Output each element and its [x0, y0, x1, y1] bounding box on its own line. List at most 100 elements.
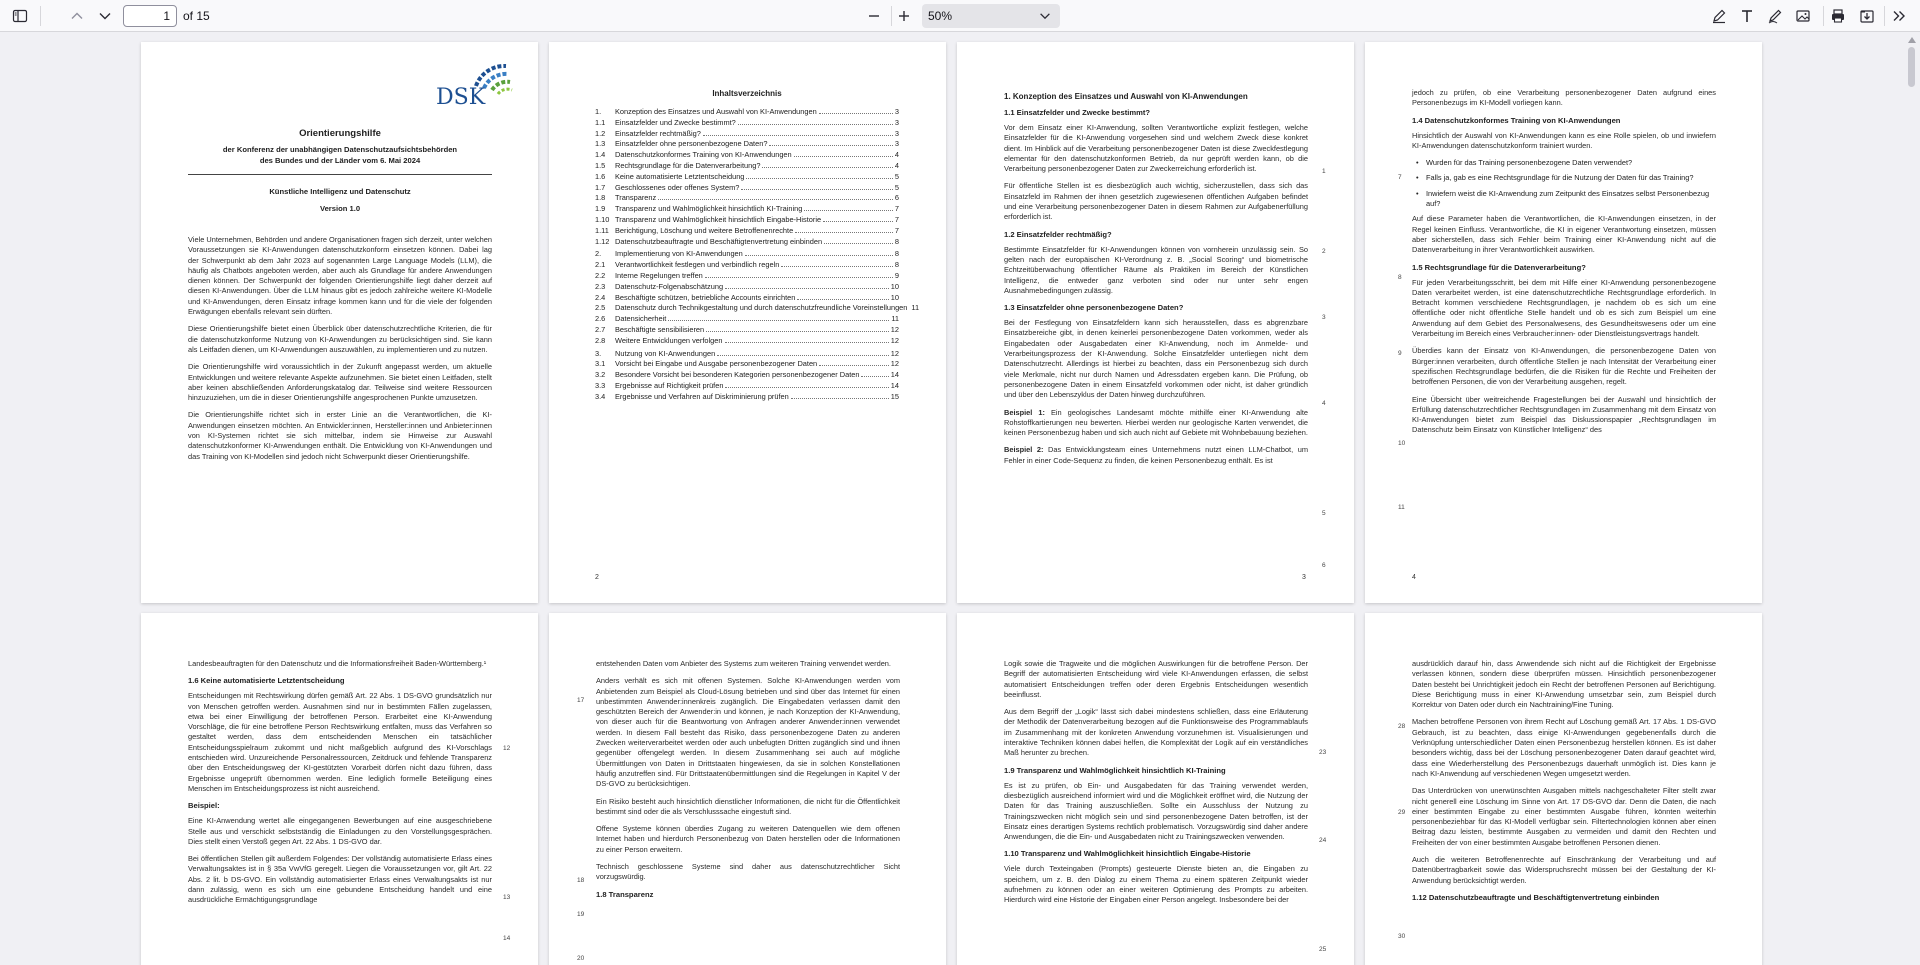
paragraph: Diese Orientierungshilfe bietet einen Üb… [188, 324, 492, 354]
toc-entry-number: 3.3 [595, 380, 606, 390]
toolbar-separator [40, 6, 41, 26]
toc-entry[interactable]: 1.4 Datenschutzkonformes Training von KI-… [595, 150, 899, 161]
toc-entry[interactable]: 2.7 Beschäftigte sensibilisieren 12 [595, 325, 899, 336]
toc-entry[interactable]: 3.2 Besondere Vorsicht bei besonderen Kat… [595, 370, 899, 381]
toc-entry[interactable]: 2. Implementierung von KI-Anwendungen 8 [595, 249, 899, 260]
toc-entry[interactable]: 1.1 Einsatzfelder und Zwecke bestimmt? 3 [595, 118, 899, 129]
line-number: 14 [503, 935, 511, 942]
toc-entry-number: 2.1 [595, 260, 606, 270]
section-heading: 1.8 Transparenz [596, 889, 654, 899]
toc-entry[interactable]: 1.5 Rechtsgrundlage für die Datenverarbei… [595, 161, 899, 172]
toc-entry-page: 12 [890, 335, 899, 345]
toc-entry[interactable]: 1.10 Transparenz und Wahlmöglichkeit hins… [595, 215, 899, 226]
toc-entry[interactable]: 1. Konzeption des Einsatzes und Auswahl v… [595, 107, 899, 118]
title-rule [188, 174, 492, 175]
paragraph: Für jeden Verarbeitungsschritt, bei dem … [1412, 277, 1716, 339]
toc-entry-number: 1.10 [595, 214, 610, 224]
toc-leader [725, 287, 889, 289]
zoom-in-icon[interactable] [890, 2, 918, 30]
draw-icon[interactable] [1761, 2, 1789, 30]
paragraph: Anders verhält es sich mit offenen Syste… [596, 676, 900, 789]
image-icon[interactable] [1789, 2, 1817, 30]
section-heading: 1.4 Datenschutzkonformes Training von KI… [1412, 115, 1621, 125]
toc-entry-number: 2.7 [595, 324, 606, 334]
toc-entry-page: 3 [894, 128, 899, 138]
line-number: 9 [1398, 350, 1402, 357]
toc-entry[interactable]: 1.7 Geschlossenes oder offenes System? 5 [595, 183, 899, 194]
toc-entry-number: 1.6 [595, 171, 606, 181]
pdf-page-7: Logik sowie die Tragweite und die möglic… [957, 613, 1354, 965]
paragraph: Bei der Festlegung von Einsatzfeldern ka… [1004, 318, 1308, 400]
toc-entry[interactable]: 2.1 Verantwortlichkeit festlegen und verb… [595, 260, 899, 271]
previous-page-icon[interactable] [63, 2, 91, 30]
text-icon[interactable] [1733, 2, 1761, 30]
zoom-select[interactable]: 50% [922, 4, 1060, 28]
toc-entry-label: Einsatzfelder rechtmäßig? [615, 128, 701, 138]
toc-entry-page: 8 [894, 249, 899, 259]
toc-entry[interactable]: 2.6 Datensicherheit 11 [595, 314, 899, 325]
toc-entry[interactable]: 1.8 Transparenz 6 [595, 193, 899, 204]
document-title: Orientierungshilfe [299, 128, 381, 139]
toc-entry-page: 7 [894, 225, 899, 235]
page-number-input[interactable] [123, 5, 177, 27]
list-item: Wurden für das Training personenbezogene… [1416, 158, 1716, 169]
toc-entry[interactable]: 3.4 Ergebnisse und Verfahren auf Diskrimi… [595, 392, 899, 403]
paragraph: Für öffentliche Stellen ist es diesbezüg… [1004, 181, 1308, 222]
tools-menu-icon[interactable] [1885, 2, 1913, 30]
vertical-scrollbar[interactable] [1903, 33, 1920, 965]
toc-leader [861, 376, 889, 378]
toc-entry[interactable]: 2.8 Weitere Entwicklungen verfolgen 12 [595, 336, 899, 347]
toc-leader [781, 266, 893, 268]
section-heading: 1.10 Transparenz und Wahlmöglichkeit hin… [1004, 849, 1251, 859]
highlight-icon[interactable] [1705, 2, 1733, 30]
toc-entry[interactable]: 3.3 Ergebnisse auf Richtigkeit prüfen 14 [595, 381, 899, 392]
toc-entry[interactable]: 2.3 Datenschutz-Folgenabschätzung 10 [595, 282, 899, 293]
print-icon[interactable] [1824, 2, 1852, 30]
toc-entry-label: Datenschutz durch Technikgestaltung und … [615, 303, 908, 313]
zoom-out-icon[interactable] [860, 2, 888, 30]
page5-body: Landesbeauftragten für den Datenschutz u… [188, 659, 492, 913]
toc-entry[interactable]: 2.5 Datenschutz durch Technikgestaltung u… [595, 303, 919, 314]
sidebar-toggle-icon[interactable] [6, 2, 34, 30]
pdf-toolbar: of 15 50% [0, 0, 1920, 32]
toc-entry-page: 3 [894, 107, 899, 116]
toc-entry-page: 7 [894, 214, 899, 224]
line-number: 6 [1322, 562, 1326, 569]
toc-entry[interactable]: 1.3 Einsatzfelder ohne personenbezogene D… [595, 139, 899, 150]
document-viewer[interactable]: DSK Orientierungshilfe der Konferenz der… [0, 33, 1903, 965]
toc-entry-page: 12 [890, 324, 899, 334]
dsk-logo: DSK [436, 63, 513, 110]
line-number: 20 [577, 955, 585, 962]
toc-entry[interactable]: 1.9 Transparenz und Wahlmöglichkeit hinsi… [595, 204, 899, 215]
toc-leader [702, 134, 893, 136]
toc-entry-page: 12 [890, 359, 899, 369]
save-icon[interactable] [1853, 2, 1881, 30]
toc-entry-page: 3 [894, 139, 899, 149]
toc-leader [741, 188, 893, 190]
toc-entry-page: 5 [894, 182, 899, 192]
toc-entry[interactable]: 2.4 Beschäftigte schützen, betriebliche A… [595, 293, 899, 304]
toc-entry[interactable]: 1.11 Berichtigung, Löschung und weitere B… [595, 226, 899, 237]
paragraph: Landesbeauftragten für den Datenschutz u… [188, 659, 487, 668]
toc-entry[interactable]: 2.2 Interne Regelungen treffen 9 [595, 271, 899, 282]
scrollbar-thumb[interactable] [1908, 47, 1915, 87]
toc-entry[interactable]: 1.2 Einsatzfelder rechtmäßig? 3 [595, 129, 899, 140]
toc-entry[interactable]: 3. Nutzung von KI-Anwendungen 12 [595, 349, 899, 360]
toc-entry[interactable]: 1.12 Datenschutzbeauftragte und Beschäfti… [595, 237, 899, 248]
example-text: Ein geologisches Landesamt möchte mithil… [1004, 407, 1309, 438]
toc-entry[interactable]: 1.6 Keine automatisierte Letztentscheidun… [595, 172, 899, 183]
toc-entry-label: Keine automatisierte Letztentscheidung [615, 171, 745, 181]
scroll-up-icon[interactable] [1908, 37, 1916, 43]
list-item: Inwiefern weist die KI-Anwendung zum Zei… [1416, 189, 1716, 210]
page-total-label: of 15 [183, 9, 210, 23]
toc-heading: Inhaltsverzeichnis [712, 89, 782, 98]
section-heading: 1.1 Einsatzfelder und Zwecke bestimmt? [1004, 108, 1151, 117]
toc-entry-number: 1.12 [595, 236, 610, 246]
example-text: Das Entwicklungsteam eines Unternehmens … [1004, 445, 1308, 465]
pdf-page-8: ausdrücklich darauf hin, dass Anwendende… [1365, 613, 1762, 965]
line-number: 8 [1398, 274, 1402, 281]
paragraph: Eine KI-Anwendung wertet alle eingegange… [188, 816, 492, 846]
next-page-icon[interactable] [91, 2, 119, 30]
paragraph: Auf diese Parameter haben die Verantwort… [1412, 214, 1716, 255]
toc-entry[interactable]: 3.1 Vorsicht bei Eingabe und Ausgabe pers… [595, 359, 899, 370]
